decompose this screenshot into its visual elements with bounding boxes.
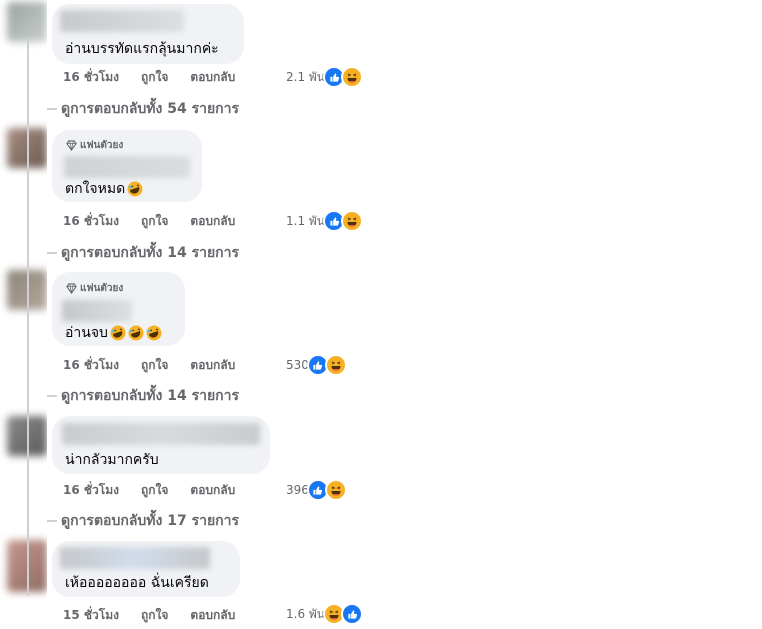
comment-timestamp[interactable]: 16 ชั่วโมง bbox=[63, 481, 119, 500]
thread-connector bbox=[47, 520, 57, 522]
rolling-laughing-emoji bbox=[146, 325, 162, 341]
comment-timestamp[interactable]: 15 ชั่วโมง bbox=[63, 606, 119, 625]
reply-button[interactable]: ตอบกลับ bbox=[190, 212, 235, 231]
comment-actions: 15 ชั่วโมง ถูกใจ ตอบกลับ bbox=[63, 606, 235, 625]
top-fan-badge[interactable]: แฟนตัวยง bbox=[66, 281, 123, 296]
like-button[interactable]: ถูกใจ bbox=[141, 356, 168, 375]
comment-actions: 16 ชั่วโมง ถูกใจ ตอบกลับ bbox=[63, 212, 235, 231]
author-name-blurred[interactable] bbox=[64, 156, 190, 178]
comment-actions: 16 ชั่วโมง ถูกใจ ตอบกลับ bbox=[63, 481, 235, 500]
comment-bubble: อ่านบรรทัดแรกลุ้นมากค่ะ bbox=[52, 4, 244, 64]
avatar[interactable] bbox=[7, 2, 47, 42]
reaction-summary[interactable]: 2.1 พัน bbox=[286, 66, 364, 88]
author-name-blurred[interactable] bbox=[62, 423, 260, 445]
comment-text: อ่านบรรทัดแรกลุ้นมากค่ะ bbox=[65, 41, 219, 57]
thread-connector bbox=[47, 252, 57, 254]
like-button[interactable]: ถูกใจ bbox=[141, 481, 168, 500]
view-replies-label: ดูการตอบกลับทั้ง 17 รายการ bbox=[61, 513, 240, 529]
reaction-summary[interactable]: 530 bbox=[286, 354, 347, 376]
comment-actions: 16 ชั่วโมง ถูกใจ ตอบกลับ bbox=[63, 356, 235, 375]
view-replies-link[interactable]: ดูการตอบกลับทั้ง 14 รายการ bbox=[47, 242, 239, 264]
like-button[interactable]: ถูกใจ bbox=[141, 606, 168, 625]
comment-bubble: เห้ออออออออ ฉั่นเครียด bbox=[52, 541, 240, 597]
rolling-laughing-emoji bbox=[110, 325, 126, 341]
reaction-summary[interactable]: 396 bbox=[286, 479, 347, 501]
view-replies-label: ดูการตอบกลับทั้ง 14 รายการ bbox=[61, 388, 240, 404]
thread-line bbox=[27, 40, 29, 596]
like-button[interactable]: ถูกใจ bbox=[141, 212, 168, 231]
badge-label: แฟนตัวยง bbox=[80, 283, 124, 294]
reply-button[interactable]: ตอบกลับ bbox=[190, 356, 235, 375]
comment-actions: 16 ชั่วโมง ถูกใจ ตอบกลับ bbox=[63, 68, 235, 87]
reply-button[interactable]: ตอบกลับ bbox=[190, 606, 235, 625]
reaction-summary[interactable]: 1.6 พัน bbox=[286, 603, 364, 625]
reaction-count: 1.1 พัน bbox=[286, 213, 326, 228]
haha-reaction-icon bbox=[341, 66, 364, 88]
view-replies-link[interactable]: ดูการตอบกลับทั้ง 14 รายการ bbox=[47, 385, 239, 407]
comment-bubble: น่ากลัวมากครับ bbox=[52, 416, 270, 474]
comment-bubble: แฟนตัวยง ตกใจหมด bbox=[52, 130, 202, 202]
author-name-blurred[interactable] bbox=[60, 10, 184, 32]
reaction-count: 530 bbox=[286, 358, 309, 372]
haha-reaction-icon bbox=[324, 479, 347, 501]
rolling-laughing-emoji bbox=[128, 325, 144, 341]
view-replies-link[interactable]: ดูการตอบกลับทั้ง 17 รายการ bbox=[47, 510, 239, 532]
reaction-count: 2.1 พัน bbox=[286, 69, 326, 84]
view-replies-link[interactable]: ดูการตอบกลับทั้ง 54 รายการ bbox=[47, 98, 239, 120]
view-replies-label: ดูการตอบกลับทั้ง 14 รายการ bbox=[61, 245, 240, 261]
haha-reaction-icon bbox=[341, 210, 364, 232]
haha-reaction-icon bbox=[324, 354, 347, 376]
comment-text: น่ากลัวมากครับ bbox=[65, 452, 159, 468]
comment-text: เห้ออออออออ ฉั่นเครียด bbox=[65, 575, 209, 591]
diamond-icon bbox=[66, 283, 77, 294]
view-replies-label: ดูการตอบกลับทั้ง 54 รายการ bbox=[61, 101, 240, 117]
reply-button[interactable]: ตอบกลับ bbox=[190, 481, 235, 500]
like-reaction-icon bbox=[341, 603, 364, 625]
top-fan-badge[interactable]: แฟนตัวยง bbox=[66, 138, 123, 153]
diamond-icon bbox=[66, 140, 77, 151]
rolling-laughing-emoji bbox=[127, 181, 143, 197]
comment-bubble: แฟนตัวยง อ่านจบ bbox=[52, 272, 185, 346]
badge-label: แฟนตัวยง bbox=[80, 140, 124, 151]
comment-text: อ่านจบ bbox=[65, 322, 162, 344]
like-button[interactable]: ถูกใจ bbox=[141, 68, 168, 87]
reaction-summary[interactable]: 1.1 พัน bbox=[286, 210, 364, 232]
reaction-count: 396 bbox=[286, 483, 309, 497]
reply-button[interactable]: ตอบกลับ bbox=[190, 68, 235, 87]
thread-connector bbox=[47, 395, 57, 397]
avatar-column bbox=[0, 0, 47, 629]
author-name-blurred[interactable] bbox=[62, 300, 132, 322]
comment-timestamp[interactable]: 16 ชั่วโมง bbox=[63, 68, 119, 87]
reaction-count: 1.6 พัน bbox=[286, 606, 326, 621]
comment-timestamp[interactable]: 16 ชั่วโมง bbox=[63, 356, 119, 375]
comment-text: ตกใจหมด bbox=[65, 178, 143, 200]
author-name-blurred[interactable] bbox=[60, 547, 210, 569]
comment-timestamp[interactable]: 16 ชั่วโมง bbox=[63, 212, 119, 231]
thread-connector bbox=[47, 108, 57, 110]
